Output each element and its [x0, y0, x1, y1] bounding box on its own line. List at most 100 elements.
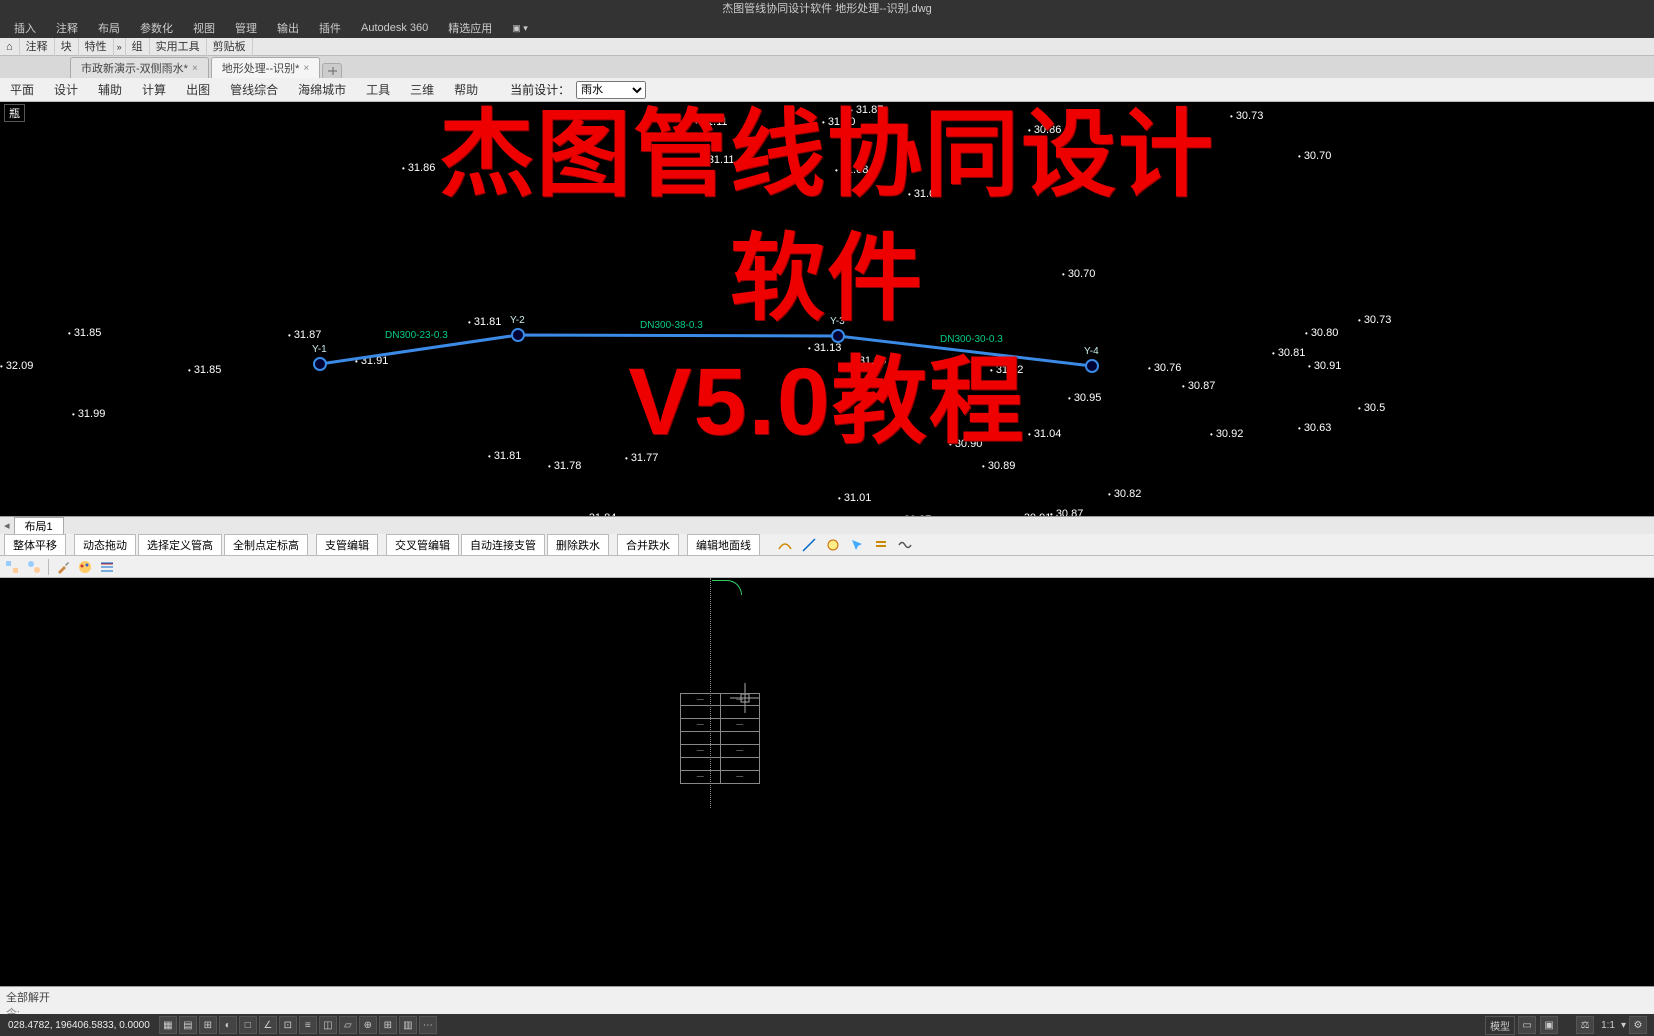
elevation-label: 31.01	[838, 492, 871, 504]
scale-dropdown-icon[interactable]: ▾	[1621, 1020, 1626, 1031]
document-tabs: 市政新演示-双侧雨水* × 地形处理--识别* ×	[0, 56, 1654, 78]
more-toggle[interactable]: ⋯	[419, 1016, 437, 1034]
btn-branch-edit[interactable]: 支管编辑	[316, 534, 378, 556]
menu-view[interactable]: 视图	[183, 20, 225, 36]
brush-icon[interactable]	[55, 559, 71, 575]
tutorial-overlay-title: 杰图管线协同设计软件 V5.0教程	[414, 102, 1241, 465]
track-toggle[interactable]: ∠	[259, 1016, 277, 1034]
menu-featured[interactable]: 精选应用	[438, 20, 502, 36]
tb-3d[interactable]: 三维	[400, 78, 444, 102]
pick-icon[interactable]	[849, 537, 865, 553]
palette-icon[interactable]	[77, 559, 93, 575]
panel-leader: ⌂	[0, 38, 20, 56]
polar-toggle[interactable]: ◐	[219, 1016, 237, 1034]
overlay-line1: 杰图管线协同设计软件	[414, 102, 1241, 341]
overlay-line2: V5.0教程	[414, 341, 1241, 465]
panel-props[interactable]: 特性	[79, 38, 114, 56]
btn-delete-drop[interactable]: 删除跌水	[547, 534, 609, 556]
close-icon[interactable]: ×	[303, 63, 309, 74]
elevation-label: 31.85	[188, 364, 221, 376]
menu-annotate[interactable]: 注释	[46, 20, 88, 36]
line-icon[interactable]	[801, 537, 817, 553]
pipe-node-label: Y-1	[312, 344, 327, 355]
ortho-toggle[interactable]: ⊞	[199, 1016, 217, 1034]
menu-plugin[interactable]: 插件	[309, 20, 351, 36]
tb-tools[interactable]: 工具	[356, 78, 400, 102]
btn-select-height[interactable]: 选择定义管高	[138, 534, 222, 556]
trans-toggle[interactable]: ◫	[319, 1016, 337, 1034]
status-model[interactable]: 模型	[1485, 1016, 1515, 1035]
opt2-icon[interactable]	[26, 559, 42, 575]
lwt-toggle[interactable]: ≡	[299, 1016, 317, 1034]
layout-tab-1[interactable]: 布局1	[14, 517, 64, 535]
menu-autodesk360[interactable]: Autodesk 360	[351, 22, 438, 34]
opt-icon[interactable]	[4, 559, 20, 575]
tb-output[interactable]: 出图	[176, 78, 220, 102]
dyn-toggle[interactable]: ⊡	[279, 1016, 297, 1034]
gear-icon[interactable]: ⚙	[1629, 1016, 1647, 1034]
menu-manage[interactable]: 管理	[225, 20, 267, 36]
menu-insert[interactable]: 插入	[4, 20, 46, 36]
ann-toggle[interactable]: ⊞	[379, 1016, 397, 1034]
curve-icon[interactable]	[777, 537, 793, 553]
tb-sponge[interactable]: 海绵城市	[288, 78, 356, 102]
panel-clipboard[interactable]: 剪贴板	[207, 38, 253, 56]
panel-utils[interactable]: 实用工具	[150, 38, 207, 56]
tb-assist[interactable]: 辅助	[88, 78, 132, 102]
snap-toggle[interactable]: ▦	[159, 1016, 177, 1034]
wave-icon[interactable]	[897, 537, 913, 553]
qp-toggle[interactable]: ▱	[339, 1016, 357, 1034]
status-scale[interactable]: 1:1	[1597, 1020, 1619, 1031]
btn-edit-ground[interactable]: 编辑地面线	[687, 534, 760, 556]
elevation-label: 31.87	[288, 329, 321, 341]
btn-translate[interactable]: 整体平移	[4, 534, 66, 556]
tb-plan[interactable]: 平面	[0, 78, 44, 102]
btn-control-elev[interactable]: 全制点定标高	[224, 534, 308, 556]
menu-param[interactable]: 参数化	[130, 20, 183, 36]
profile-viewport[interactable]: —— —— —— ——	[0, 578, 1654, 986]
close-icon[interactable]: ×	[192, 63, 198, 74]
grid-toggle[interactable]: ▤	[179, 1016, 197, 1034]
coordinates: 028.4782, 196406.5833, 0.0000	[0, 1020, 158, 1031]
menu-output[interactable]: 输出	[267, 20, 309, 36]
elevation-label: 31.99	[72, 408, 105, 420]
panel-group[interactable]: 组	[126, 38, 150, 56]
panel-annotate[interactable]: 注释	[20, 38, 55, 56]
menu-layout[interactable]: 布局	[88, 20, 130, 36]
tb-help[interactable]: 帮助	[444, 78, 488, 102]
tb-calc[interactable]: 计算	[132, 78, 176, 102]
lines-icon[interactable]	[99, 559, 115, 575]
plan-viewport[interactable]: 瓶 32.09 31.8731.1131.1030.8630.7331.8631…	[0, 102, 1654, 516]
tb-pipeline[interactable]: 管线综合	[220, 78, 288, 102]
btn-cross-edit[interactable]: 交叉管编辑	[386, 534, 459, 556]
title-bar: 杰图管线协同设计软件 地形处理--识别.dwg	[0, 0, 1654, 18]
btn-auto-connect[interactable]: 自动连接支管	[461, 534, 545, 556]
annoscale-icon[interactable]: ⚖	[1576, 1016, 1594, 1034]
elevation-label: 30.73	[1358, 314, 1391, 326]
ws-toggle[interactable]: ▥	[399, 1016, 417, 1034]
layout-prev-icon[interactable]: ◂	[4, 519, 10, 532]
new-tab-button[interactable]	[322, 63, 342, 78]
panel-block[interactable]: 块	[55, 38, 79, 56]
btn-drag[interactable]: 动态拖动	[74, 534, 136, 556]
menu-expand-icon[interactable]: ▣ ▾	[502, 23, 538, 34]
panel-arrow-icon[interactable]: »	[114, 38, 126, 56]
current-design-select[interactable]: 雨水	[576, 81, 646, 99]
max-icon[interactable]: ▣	[1540, 1016, 1558, 1034]
app-toolbar: 平面 设计 辅助 计算 出图 管线综合 海绵城市 工具 三维 帮助 当前设计： …	[0, 78, 1654, 102]
btn-merge-drop[interactable]: 合并跌水	[617, 534, 679, 556]
sc-toggle[interactable]: ⊕	[359, 1016, 377, 1034]
elevation-label: 31.91	[355, 355, 388, 367]
command-line[interactable]: 全部解开 令:	[0, 986, 1654, 1014]
doc-tab-label: 市政新演示-双侧雨水*	[81, 60, 188, 76]
doc-tab-terrain[interactable]: 地形处理--识别* ×	[211, 57, 320, 78]
elevation-label: 30.63	[1298, 422, 1331, 434]
circle-icon[interactable]	[825, 537, 841, 553]
osnap-toggle[interactable]: □	[239, 1016, 257, 1034]
stack-icon[interactable]	[873, 537, 889, 553]
doc-tab-municipal[interactable]: 市政新演示-双侧雨水* ×	[70, 57, 209, 78]
layout-icon[interactable]: ▭	[1518, 1016, 1536, 1034]
elevation-label: 30.91	[1308, 360, 1341, 372]
tb-design[interactable]: 设计	[44, 78, 88, 102]
viewport-label: 瓶	[4, 104, 25, 122]
